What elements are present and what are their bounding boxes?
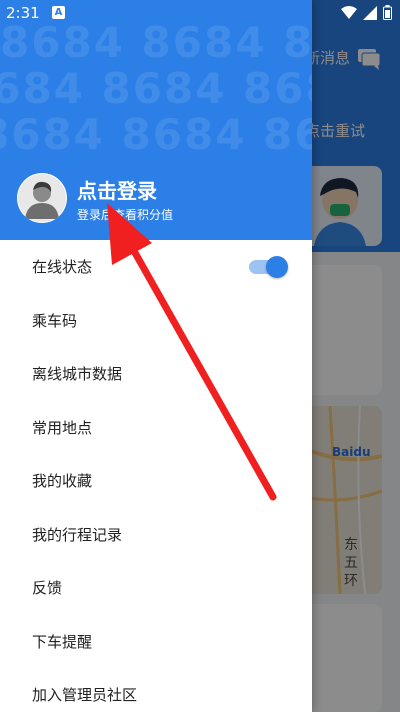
online-status-toggle[interactable] xyxy=(249,256,288,278)
signal-icon xyxy=(363,5,377,20)
status-bar: 2:31 A xyxy=(0,0,400,27)
menu-item-feedback[interactable]: 反馈 xyxy=(0,561,312,615)
menu-item-label: 反馈 xyxy=(32,579,63,598)
toggle-thumb xyxy=(266,256,288,278)
menu-item-label: 加入管理员社区 xyxy=(32,686,138,705)
header-watermark: 8684 8684 8684 8684 8684 8684 8684 8684 … xyxy=(0,18,312,159)
menu-item-label: 离线城市数据 xyxy=(32,365,123,384)
wifi-icon xyxy=(341,5,357,19)
menu-item-label: 下车提醒 xyxy=(32,632,93,651)
status-icons xyxy=(341,5,392,20)
menu-item-label: 我的行程记录 xyxy=(32,525,123,544)
menu-item-favorites[interactable]: 我的收藏 xyxy=(0,454,312,508)
notification-app-icon: A xyxy=(52,6,65,19)
menu-item-ride-code[interactable]: 乘车码 xyxy=(0,294,312,348)
drawer-header: 8684 8684 8684 8684 8684 8684 8684 8684 … xyxy=(0,0,312,240)
user-avatar[interactable] xyxy=(17,173,67,223)
default-avatar-icon xyxy=(18,174,66,222)
login-subtitle[interactable]: 登录后查看积分值 xyxy=(77,206,173,223)
navigation-drawer: 8684 8684 8684 8684 8684 8684 8684 8684 … xyxy=(0,0,312,712)
menu-item-trip-history[interactable]: 我的行程记录 xyxy=(0,508,312,562)
menu-item-offline-city-data[interactable]: 离线城市数据 xyxy=(0,347,312,401)
menu-item-label: 在线状态 xyxy=(32,258,93,277)
menu-item-label: 常用地点 xyxy=(32,418,93,437)
status-time: 2:31 xyxy=(6,4,40,22)
menu-item-join-admin-community[interactable]: 加入管理员社区 xyxy=(0,668,312,712)
menu-item-label: 乘车码 xyxy=(32,311,78,330)
menu-item-online-status[interactable]: 在线状态 xyxy=(0,240,312,294)
login-title[interactable]: 点击登录 xyxy=(77,175,157,204)
drawer-menu: 在线状态 乘车码 离线城市数据 常用地点 我的收藏 我的行程记录 反馈 下车提醒 xyxy=(0,240,312,712)
menu-item-frequent-places[interactable]: 常用地点 xyxy=(0,401,312,455)
menu-item-stop-reminder[interactable]: 下车提醒 xyxy=(0,615,312,669)
menu-item-label: 我的收藏 xyxy=(32,472,93,491)
battery-icon xyxy=(383,5,392,20)
